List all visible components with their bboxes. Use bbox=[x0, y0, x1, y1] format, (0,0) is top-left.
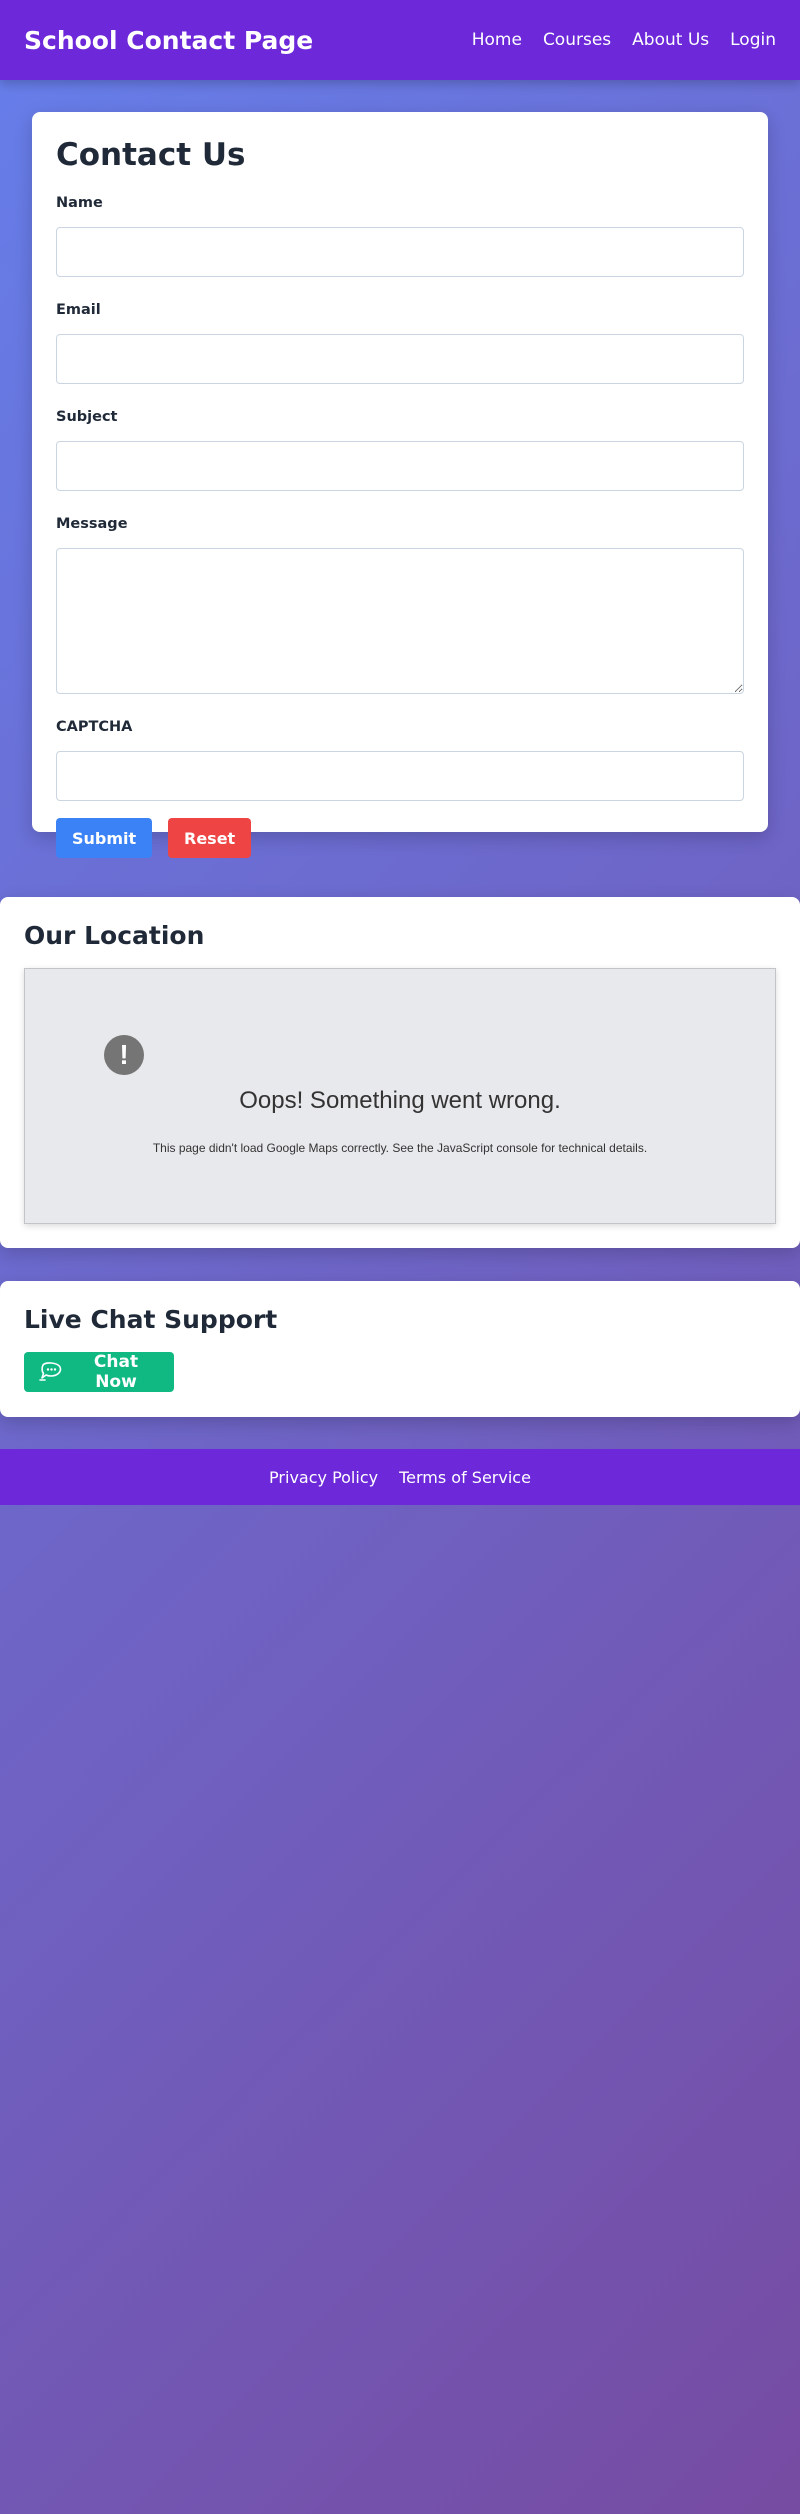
chat-now-button[interactable]: Chat Now bbox=[24, 1352, 174, 1392]
email-input[interactable] bbox=[56, 334, 744, 384]
live-chat-section: Live Chat Support Chat Now bbox=[0, 1281, 800, 1417]
subject-input[interactable] bbox=[56, 441, 744, 491]
map-error-box: ! Oops! Something went wrong. This page … bbox=[24, 968, 776, 1224]
name-input[interactable] bbox=[56, 227, 744, 277]
contact-form-card: Contact Us Name Email Subject Message CA… bbox=[32, 112, 768, 858]
nav-courses-link[interactable]: Courses bbox=[543, 30, 611, 50]
location-heading: Our Location bbox=[24, 921, 205, 950]
site-footer: Privacy Policy Terms of Service bbox=[0, 1449, 800, 1505]
nav-login-link[interactable]: Login bbox=[730, 30, 776, 50]
captcha-label: CAPTCHA bbox=[56, 719, 133, 735]
nav-home-link[interactable]: Home bbox=[472, 30, 522, 50]
chat-now-label: Chat Now bbox=[93, 1352, 139, 1392]
nav-about-link[interactable]: About Us bbox=[632, 30, 709, 50]
chat-heading: Live Chat Support bbox=[24, 1305, 278, 1334]
map-error-detail: This page didn't load Google Maps correc… bbox=[152, 1141, 648, 1155]
chat-bubble-icon bbox=[39, 1361, 63, 1383]
site-title: School Contact Page bbox=[24, 25, 314, 55]
subject-label: Subject bbox=[56, 409, 118, 425]
site-header: School Contact Page Home Courses About U… bbox=[0, 0, 800, 80]
email-label: Email bbox=[56, 302, 101, 318]
location-section: Our Location ! Oops! Something went wron… bbox=[0, 897, 800, 1248]
form-buttons: Submit Reset bbox=[56, 818, 744, 858]
captcha-input[interactable] bbox=[56, 751, 744, 801]
reset-button[interactable]: Reset bbox=[168, 818, 251, 858]
warning-icon: ! bbox=[104, 1035, 144, 1075]
message-textarea[interactable] bbox=[56, 548, 744, 694]
privacy-policy-link[interactable]: Privacy Policy bbox=[269, 1468, 378, 1487]
main-nav: Home Courses About Us Login bbox=[472, 30, 776, 50]
contact-heading: Contact Us bbox=[56, 137, 246, 173]
message-label: Message bbox=[56, 516, 128, 532]
map-error-title: Oops! Something went wrong. bbox=[239, 1087, 561, 1114]
submit-button[interactable]: Submit bbox=[56, 818, 152, 858]
terms-of-service-link[interactable]: Terms of Service bbox=[399, 1468, 531, 1487]
name-label: Name bbox=[56, 195, 103, 211]
